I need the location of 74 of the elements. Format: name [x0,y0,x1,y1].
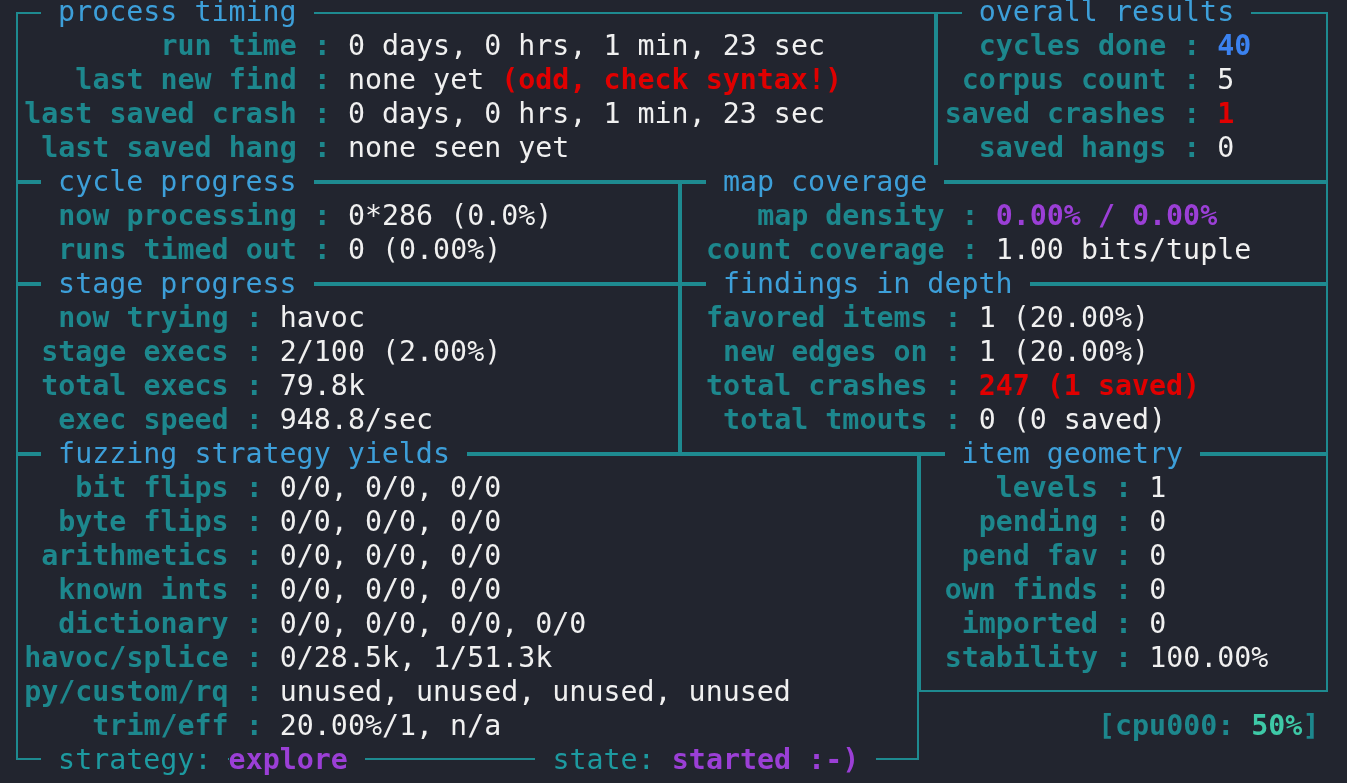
stat-label: favored items : [706,301,962,335]
stat-label: saved crashes : [944,97,1201,131]
stat-label: last saved crash : [24,97,331,131]
cpu-label: [cpu000: [1098,709,1235,743]
stat-value: none seen yet [347,131,570,165]
stat-label: trim/eff : [92,709,263,743]
stat-label: arithmetics : [41,539,263,573]
warning-note: (odd, check syntax!) [501,63,842,97]
stat-label: cycles done : [978,29,1201,63]
stat-value: 20.00%/1, n/a [279,709,502,743]
stat-value: 2/100 (2.00%) [279,335,502,369]
stat-label: own finds : [944,573,1133,607]
stat-label: runs timed out : [58,233,331,267]
stat-value: unused, unused, unused, unused [279,675,791,709]
stat-value: 0 [1149,539,1167,573]
stat-label: imported : [961,607,1133,641]
stat-value: 0/28.5k, 1/51.3k [279,641,553,675]
stat-value: 0 days, 0 hrs, 1 min, 23 sec [347,97,825,131]
stat-label: corpus count : [961,63,1201,97]
stat-label: pend fav : [961,539,1133,573]
stat-value: 0/0, 0/0, 0/0 [279,471,502,505]
stat-value: 1 (20.00%) [978,335,1150,369]
stat-value: 0/0, 0/0, 0/0 [279,573,502,607]
stat-label: byte flips : [58,505,263,539]
stat-label: havoc/splice : [24,641,263,675]
stat-label: run time : [160,29,331,63]
stat-label: last new find : [75,63,331,97]
stat-value: 1 [1149,471,1167,505]
stat-value: none yet [347,63,485,97]
stat-value: 1 (20.00%) [978,301,1150,335]
stat-value: 0.00% / 0.00% [995,199,1218,233]
stat-label: new edges on : [723,335,962,369]
stat-label: py/custom/rq : [24,675,263,709]
stat-label: saved hangs : [978,131,1201,165]
stat-label: bit flips : [75,471,263,505]
stat-value: 0 days, 0 hrs, 1 min, 23 sec [347,29,825,63]
stat-value: 5 [1217,63,1235,97]
stat-value: 948.8/sec [279,403,434,437]
stat-label: count coverage : [706,233,979,267]
stat-label: now processing : [58,199,331,233]
panel-title: process timing [41,0,314,29]
stat-value: 0 [1217,131,1235,165]
stat-value: 0/0, 0/0, 0/0 [279,505,502,539]
stat-value: 0/0, 0/0, 0/0, 0/0 [279,607,587,641]
stat-label: total crashes : [706,369,962,403]
stat-value: 0 [1149,505,1167,539]
stat-value: 247 (1 saved) [978,369,1201,403]
stat-label: known ints : [58,573,263,607]
stat-value: 0 (0.00%) [347,233,502,267]
stat-value: 0 (0 saved) [978,403,1167,437]
stat-label: dictionary : [58,607,263,641]
stat-value: 0 [1149,607,1167,641]
stat-label: levels : [995,471,1133,505]
stat-label: total execs : [41,369,263,403]
cpu-bracket: ] [1302,709,1320,743]
stat-label: stability : [944,641,1133,675]
stat-label: now trying : [58,301,263,335]
stat-label: stage execs : [41,335,263,369]
stat-value: 0 [1149,573,1167,607]
stat-value: 100.00% [1149,641,1269,675]
cpu-usage: 50% [1251,709,1303,743]
stat-value: 40 [1217,29,1252,63]
stat-value: 0*286 (0.0%) [347,199,553,233]
stat-label: pending : [978,505,1133,539]
stat-label: exec speed : [58,403,263,437]
stat-label: last saved hang : [41,131,331,165]
stat-value: 1.00 bits/tuple [995,233,1252,267]
stat-label: map density : [757,199,979,233]
panel-title: map coverage [705,165,945,199]
stat-value: havoc [279,301,365,335]
stat-label: total tmouts : [723,403,962,437]
stat-value: 1 [1217,97,1235,131]
stat-value: 79.8k [279,369,365,403]
stat-value: 0/0, 0/0, 0/0 [279,539,502,573]
